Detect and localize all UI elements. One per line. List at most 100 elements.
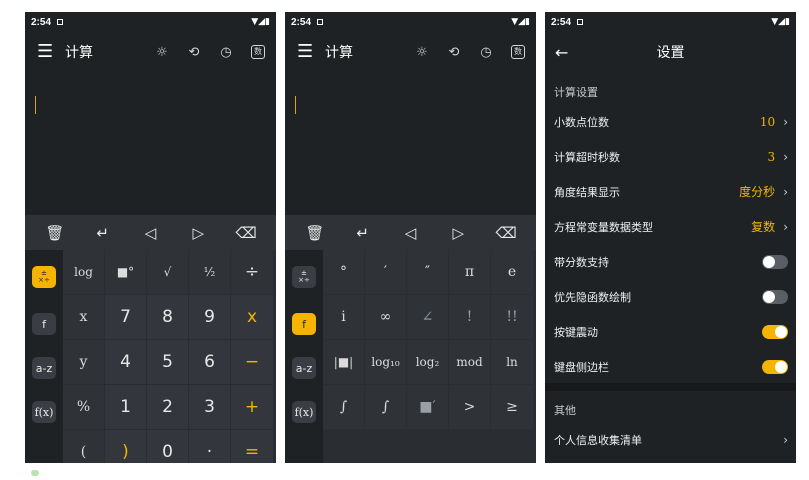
- key-page2-r4c1[interactable]: ∫: [323, 385, 365, 430]
- theme-icon[interactable]: ☼: [414, 44, 430, 60]
- key-page2-r2c3[interactable]: ∠: [407, 295, 449, 340]
- key-page2-r4c5[interactable]: ≥: [491, 385, 534, 430]
- key-page2-r1c2[interactable]: ′: [365, 250, 407, 295]
- key-page1-r1c2[interactable]: ■°: [105, 250, 147, 295]
- settings-row-5[interactable]: 带分数支持: [545, 244, 796, 279]
- key-page2-r1c3[interactable]: ″: [407, 250, 449, 295]
- settings-row-3[interactable]: 角度结果显示 度分秒 ›: [545, 174, 796, 209]
- settings-row-2[interactable]: 计算超时秒数 3 ›: [545, 139, 796, 174]
- signal-battery-icons: ▼◢▮: [511, 17, 530, 27]
- expression-display[interactable]: [285, 70, 536, 215]
- key-page1-r1c5[interactable]: ÷: [231, 250, 274, 295]
- key-page2-r1c1[interactable]: °: [323, 250, 365, 295]
- key-page2-r2c5[interactable]: !!: [491, 295, 534, 340]
- key-page2-r2c2[interactable]: ∞: [365, 295, 407, 340]
- toggle-switch[interactable]: [762, 324, 788, 339]
- key-page2-r2c4[interactable]: !: [449, 295, 491, 340]
- key-page1-r3c2[interactable]: 4: [105, 340, 147, 385]
- sidebar-ops-button[interactable]: ± ×÷: [292, 266, 316, 288]
- key-page1-r2c3[interactable]: 8: [147, 295, 189, 340]
- settings-row-4[interactable]: 方程常变量数据类型 复数 ›: [545, 209, 796, 244]
- toggle-switch[interactable]: [762, 289, 788, 304]
- cursor-left-icon[interactable]: ◁: [395, 224, 425, 242]
- key-page2-r3c2[interactable]: log₁₀: [365, 340, 407, 385]
- key-page1-r5c4[interactable]: ·: [189, 430, 231, 463]
- key-page1-r5c1[interactable]: (: [63, 430, 105, 463]
- key-page2-r3c1[interactable]: |■|: [323, 340, 365, 385]
- keyboard: ± ×÷ f a-z f(x) ° ′ ″ π e i ∞ ∠!!! |■| log₁₀ log₂ m…: [285, 250, 536, 463]
- key-page1-r2c2[interactable]: 7: [105, 295, 147, 340]
- theme-icon[interactable]: ☼: [154, 44, 170, 60]
- settings-row-label: 方程常变量数据类型: [554, 220, 653, 234]
- key-page1-r4c3[interactable]: 2: [147, 385, 189, 430]
- key-page2-r3c4[interactable]: mod: [449, 340, 491, 385]
- cursor-left-icon[interactable]: ◁: [135, 224, 165, 242]
- key-page1-r1c3[interactable]: √: [147, 250, 189, 295]
- key-page1-r1c4[interactable]: ½: [189, 250, 231, 295]
- cursor-right-icon[interactable]: ▷: [443, 224, 473, 242]
- mode-button[interactable]: 数: [250, 44, 266, 60]
- menu-icon[interactable]: ☰: [297, 43, 315, 61]
- key-page2-r1c5[interactable]: e: [491, 250, 534, 295]
- enter-icon[interactable]: ↵: [88, 224, 118, 242]
- sidebar-az-button[interactable]: a-z: [292, 357, 316, 379]
- key-page1-r5c5[interactable]: =: [231, 430, 274, 463]
- sidebar-f-button[interactable]: f: [32, 313, 56, 335]
- key-page1-r4c1[interactable]: %: [63, 385, 105, 430]
- settings-row-6[interactable]: 优先隐函数绘制: [545, 279, 796, 314]
- enter-icon[interactable]: ↵: [348, 224, 378, 242]
- sidebar-fx-button[interactable]: f(x): [292, 401, 316, 423]
- key-page2-r1c4[interactable]: π: [449, 250, 491, 295]
- key-page2-r2c1[interactable]: i: [323, 295, 365, 340]
- back-arrow-icon[interactable]: ←: [555, 43, 575, 62]
- key-page1-r3c3[interactable]: 5: [147, 340, 189, 385]
- notification-icon: [57, 19, 64, 25]
- settings-row-label: 小数点位数: [554, 115, 609, 129]
- status-bar: 2:54 ▼◢▮: [25, 12, 276, 32]
- settings-row-1[interactable]: 小数点位数 10 ›: [545, 104, 796, 139]
- key-page1-r4c5[interactable]: +: [231, 385, 274, 430]
- sidebar-f-button[interactable]: f: [292, 313, 316, 335]
- menu-icon[interactable]: ☰: [37, 43, 55, 61]
- key-page1-r4c4[interactable]: 3: [189, 385, 231, 430]
- rotate-icon[interactable]: ⟲: [186, 44, 202, 60]
- page-title: 计算: [325, 45, 353, 61]
- settings-row-8[interactable]: 键盘侧边栏: [545, 349, 796, 384]
- sidebar-az-button[interactable]: a-z: [32, 357, 56, 379]
- backspace-icon[interactable]: ⌫: [491, 224, 521, 242]
- toggle-switch[interactable]: [762, 359, 788, 374]
- cursor-right-icon[interactable]: ▷: [183, 224, 213, 242]
- history-icon[interactable]: ◷: [218, 44, 234, 60]
- sidebar-ops-button[interactable]: ± ×÷: [32, 266, 56, 288]
- key-page2-r3c5[interactable]: ln: [491, 340, 534, 385]
- mode-button[interactable]: 数: [510, 44, 526, 60]
- settings-row-7[interactable]: 按键震动: [545, 314, 796, 349]
- backspace-icon[interactable]: ⌫: [231, 224, 261, 242]
- mode-icon: 数: [251, 45, 265, 59]
- key-page2-r4c3[interactable]: ■′: [407, 385, 449, 430]
- key-page2-r4c4[interactable]: >: [449, 385, 491, 430]
- key-page2-r4c2[interactable]: ∫: [365, 385, 407, 430]
- chevron-right-icon: ›: [783, 114, 788, 129]
- privacy-list-row[interactable]: 个人信息收集清单 ›: [545, 422, 796, 457]
- key-page1-r1c1[interactable]: log: [63, 250, 105, 295]
- key-page1-r3c4[interactable]: 6: [189, 340, 231, 385]
- key-page1-r3c5[interactable]: −: [231, 340, 274, 385]
- delete-icon[interactable]: 🗑: [300, 224, 330, 242]
- rotate-icon[interactable]: ⟲: [446, 44, 462, 60]
- key-page1-r5c3[interactable]: 0: [147, 430, 189, 463]
- key-page1-r2c4[interactable]: 9: [189, 295, 231, 340]
- key-page2-r3c3[interactable]: log₂: [407, 340, 449, 385]
- delete-icon[interactable]: 🗑: [40, 224, 70, 242]
- toggle-switch[interactable]: [762, 254, 788, 269]
- key-page1-r3c1[interactable]: y: [63, 340, 105, 385]
- key-page1-r2c5[interactable]: x: [231, 295, 274, 340]
- history-icon[interactable]: ◷: [478, 44, 494, 60]
- text-cursor: [295, 96, 296, 114]
- key-page1-r5c2[interactable]: ): [105, 430, 147, 463]
- calculator-screen-1: 2:54 ▼◢▮ ☰ 计算 ☼ ⟲ ◷ 数 🗑 ↵ ◁ ▷ ⌫ ± ×÷ f a…: [25, 12, 276, 463]
- sidebar-fx-button[interactable]: f(x): [32, 401, 56, 423]
- key-page1-r2c1[interactable]: x: [63, 295, 105, 340]
- expression-display[interactable]: [25, 70, 276, 215]
- key-page1-r4c2[interactable]: 1: [105, 385, 147, 430]
